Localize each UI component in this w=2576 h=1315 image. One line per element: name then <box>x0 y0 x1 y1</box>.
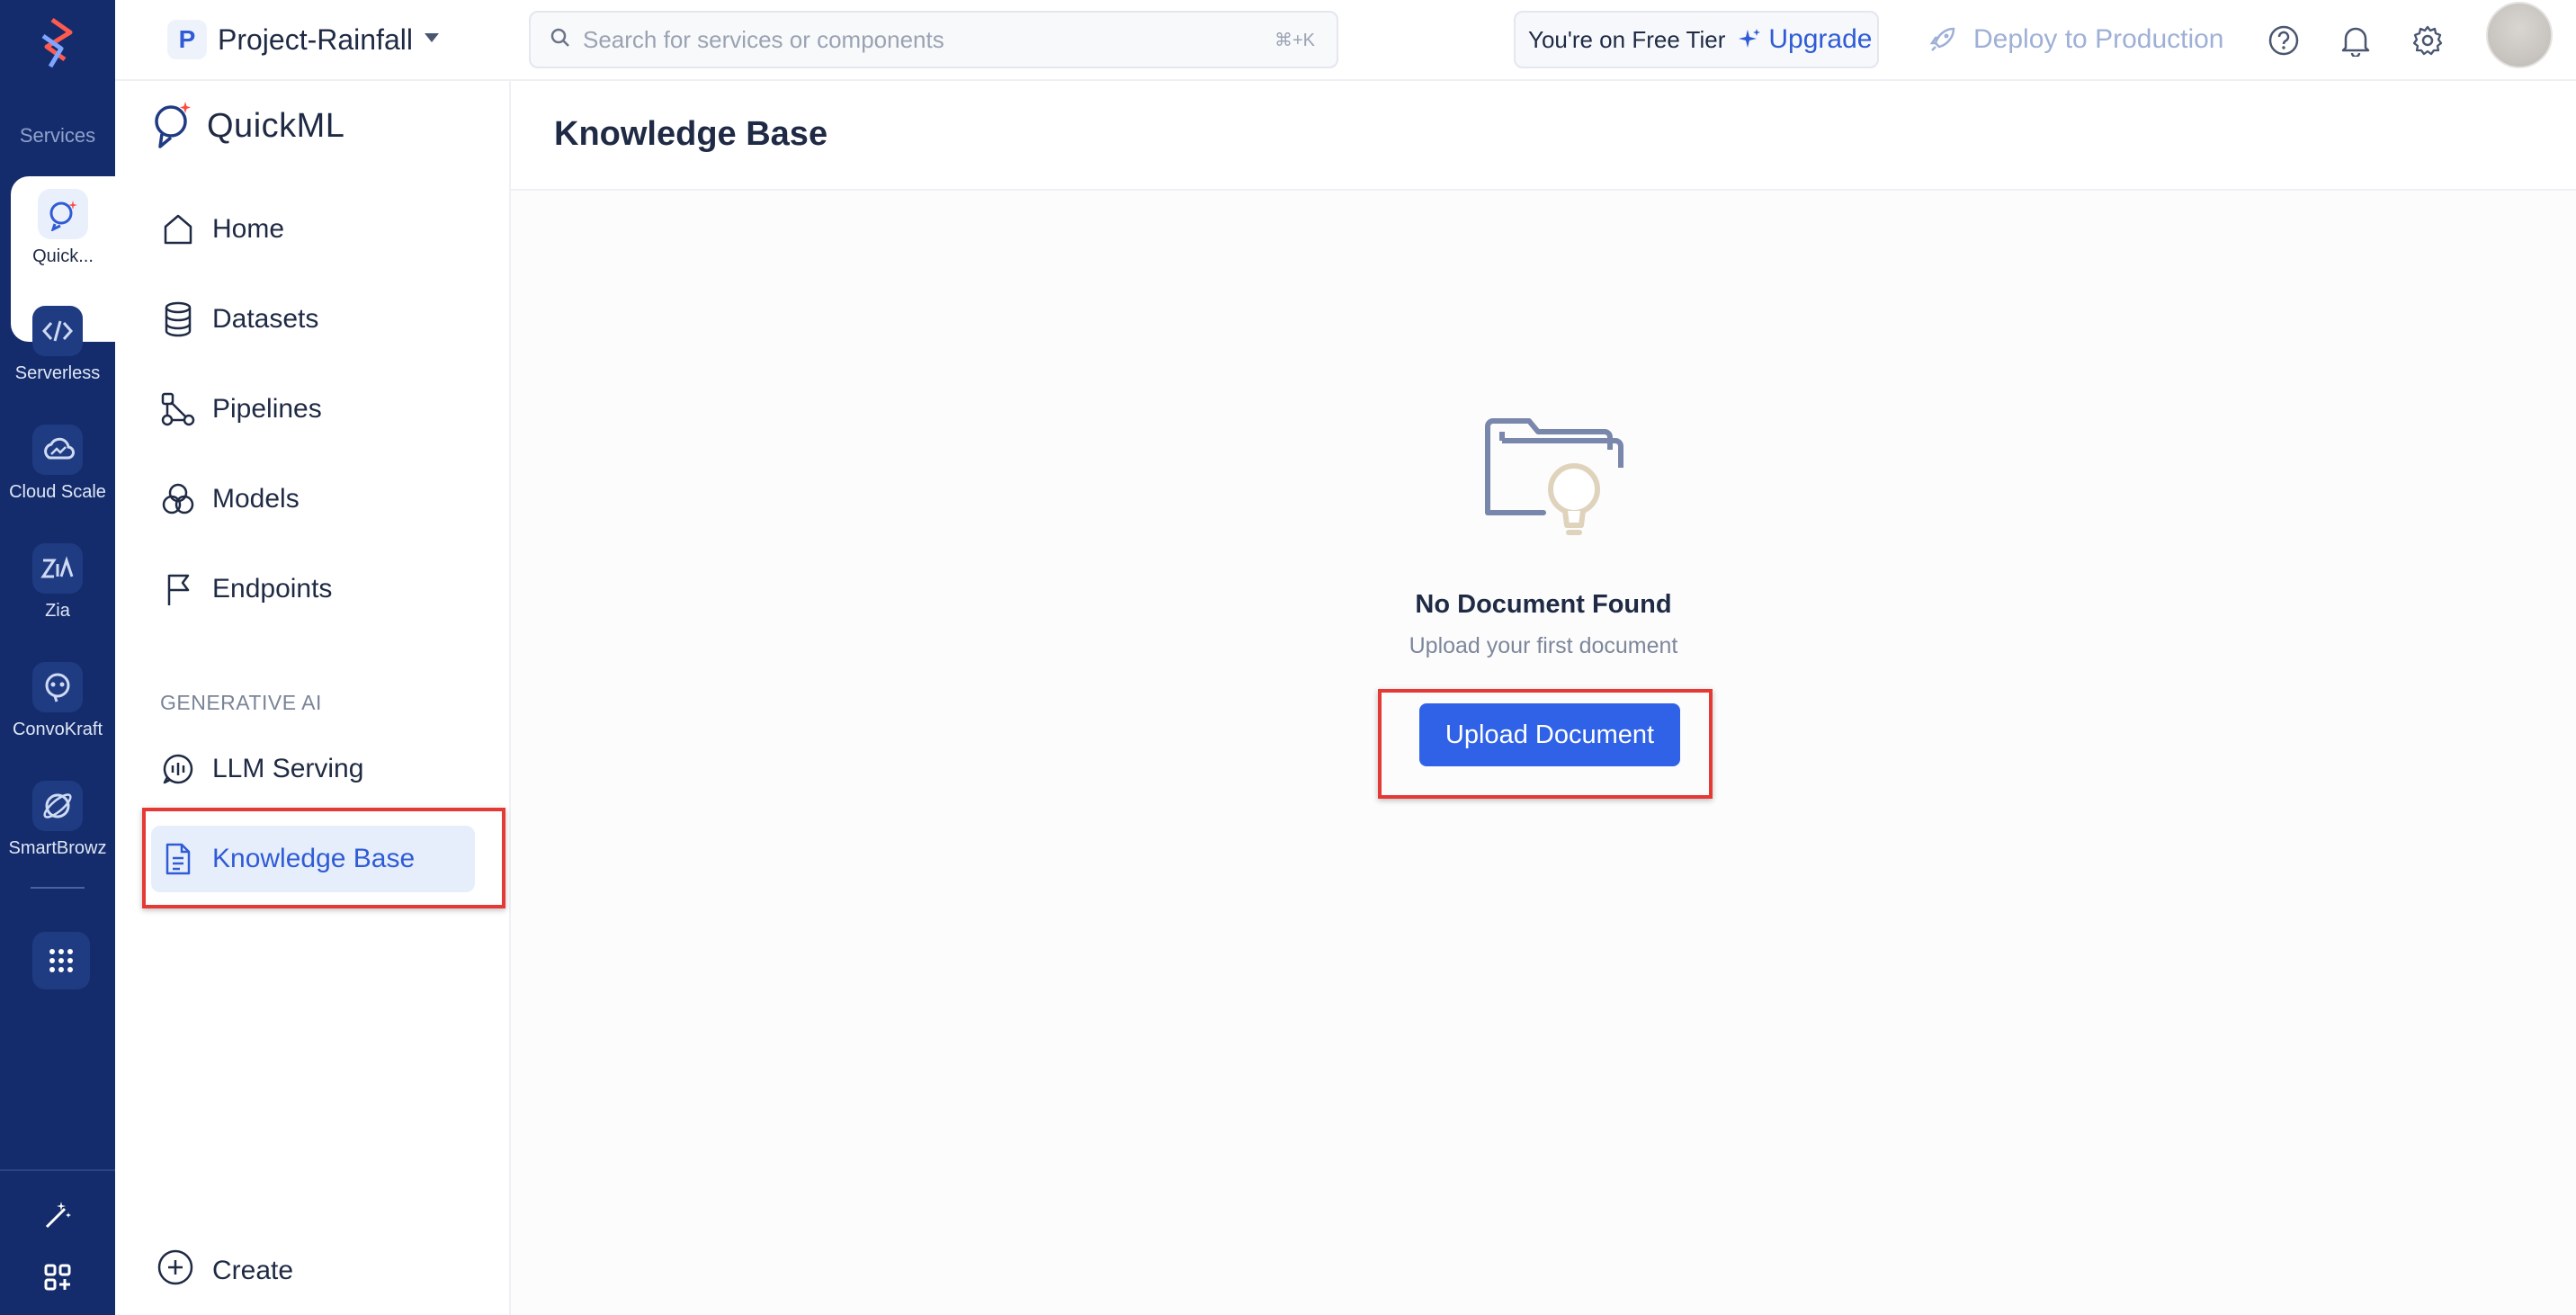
project-name: Project-Rainfall <box>218 22 413 56</box>
serverless-icon <box>32 306 83 356</box>
rail-item-serverless[interactable]: Serverless <box>0 293 115 401</box>
gear-icon[interactable] <box>2409 22 2446 59</box>
sidebar-item-label: Models <box>212 484 300 514</box>
free-tier-banner: You're on Free Tier Upgrade <box>1514 11 1879 68</box>
rail-item-label: ConvoKraft <box>12 720 103 739</box>
notification-bell-icon[interactable] <box>2337 22 2375 59</box>
sidebar-item-datasets[interactable]: Datasets <box>151 286 475 353</box>
search-input[interactable]: Search for services or components ⌘+K <box>529 11 1338 68</box>
deploy-label: Deploy to Production <box>1973 24 2224 54</box>
zia-icon <box>32 543 83 594</box>
generative-ai-heading: GENERATIVE AI <box>160 691 322 714</box>
sidebar-item-home[interactable]: Home <box>151 196 475 263</box>
rail-item-label: Cloud Scale <box>9 482 106 502</box>
sidebar-item-endpoints[interactable]: Endpoints <box>151 556 475 622</box>
search-placeholder: Search for services or components <box>583 25 944 53</box>
project-switcher[interactable]: P Project-Rainfall <box>167 16 440 63</box>
tier-text: You're on Free Tier <box>1528 25 1726 53</box>
catalyst-logo-icon[interactable] <box>31 14 85 72</box>
cloud-scale-icon <box>32 425 83 475</box>
empty-state-title: No Document Found <box>1415 590 1672 619</box>
services-rail: Services Quick... Serverless Cloud Scale… <box>0 0 115 1315</box>
sparkle-icon <box>1739 29 1761 48</box>
main-content: Knowledge Base No Document Found Upload … <box>511 81 2576 1315</box>
top-bar: P Project-Rainfall Search for services o… <box>115 0 2576 81</box>
quickml-brand: QuickML <box>151 99 344 153</box>
page-header: Knowledge Base <box>511 81 2576 191</box>
rail-item-label: SmartBrowz <box>8 838 107 858</box>
create-button[interactable]: Create <box>157 1248 293 1293</box>
sidebar-item-label: Endpoints <box>212 574 333 604</box>
quickml-sidebar: QuickML Home Datasets Pipelines Models E… <box>115 81 511 1315</box>
avatar[interactable] <box>2486 2 2553 68</box>
project-avatar: P <box>167 20 207 59</box>
smartbrowz-icon <box>32 781 83 831</box>
quickml-logo-icon <box>151 98 194 155</box>
home-icon <box>158 210 198 249</box>
empty-state-subtitle: Upload your first document <box>1409 633 1678 658</box>
sidebar-item-llm-serving[interactable]: LLM Serving <box>151 736 475 802</box>
llm-serving-icon <box>158 749 198 789</box>
database-icon <box>158 300 198 339</box>
models-icon <box>158 479 198 519</box>
highlight-knowledge-base <box>142 808 505 908</box>
services-label: Services <box>19 124 96 147</box>
rail-item-smartbrowz[interactable]: SmartBrowz <box>0 768 115 876</box>
rail-item-convokraft[interactable]: ConvoKraft <box>0 649 115 757</box>
sidebar-item-models[interactable]: Models <box>151 466 475 532</box>
add-widget-icon[interactable] <box>36 1256 79 1299</box>
sidebar-item-label: Pipelines <box>212 394 322 424</box>
upgrade-label: Upgrade <box>1768 24 1873 54</box>
rail-item-zia[interactable]: Zia <box>0 531 115 639</box>
rail-divider <box>31 887 85 889</box>
rail-item-label: Serverless <box>14 363 101 383</box>
search-icon <box>550 28 570 52</box>
sidebar-item-pipelines[interactable]: Pipelines <box>151 376 475 443</box>
brand-name: QuickML <box>207 106 345 145</box>
flag-icon <box>158 569 198 609</box>
convokraft-icon <box>32 662 83 712</box>
add-circle-icon <box>157 1248 194 1293</box>
sidebar-item-label: LLM Serving <box>212 754 364 783</box>
quickml-icon <box>38 189 88 239</box>
pipeline-icon <box>158 389 198 429</box>
magic-wand-icon[interactable] <box>36 1193 79 1236</box>
upgrade-button[interactable]: Upgrade <box>1738 24 1872 55</box>
create-label: Create <box>212 1256 294 1285</box>
sidebar-item-label: Home <box>212 214 285 244</box>
rail-bottom-divider <box>0 1169 115 1171</box>
rail-item-label: Zia <box>45 601 70 621</box>
highlight-upload-button <box>1378 689 1713 799</box>
search-shortcut: ⌘+K <box>1274 30 1315 50</box>
chevron-down-icon <box>424 31 440 48</box>
deploy-to-production-button[interactable]: Deploy to Production <box>1928 16 2224 63</box>
rail-item-cloud-scale[interactable]: Cloud Scale <box>0 412 115 520</box>
empty-folder-illustration-icon <box>1480 414 1630 540</box>
sidebar-item-label: Datasets <box>212 304 319 334</box>
all-apps-grid-icon[interactable] <box>32 932 90 989</box>
page-title: Knowledge Base <box>554 115 828 153</box>
rail-item-label: Quick... <box>32 246 94 266</box>
help-icon[interactable] <box>2265 22 2303 59</box>
rocket-icon <box>1929 27 1955 51</box>
